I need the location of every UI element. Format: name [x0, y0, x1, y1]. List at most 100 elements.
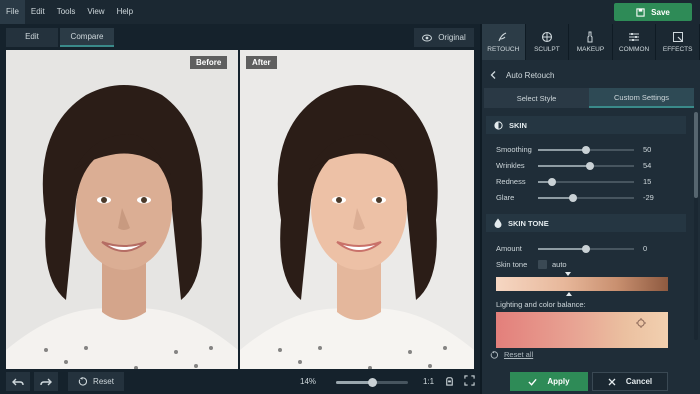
cancel-label: Cancel — [625, 377, 653, 386]
skin-tone-section-header[interactable]: SKIN TONE — [486, 214, 686, 232]
redness-handle[interactable] — [548, 178, 557, 186]
panel-scrollbar-thumb[interactable] — [694, 112, 698, 198]
sculpt-icon — [541, 31, 552, 43]
amount-handle[interactable] — [582, 245, 590, 253]
reset-label: Reset — [93, 377, 114, 386]
cancel-button[interactable]: Cancel — [592, 372, 668, 391]
reset-all-icon — [490, 350, 498, 359]
smoothing-fill — [538, 149, 586, 151]
tab-sculpt[interactable]: SCULPT — [525, 24, 570, 60]
menu-help[interactable]: Help — [111, 0, 139, 24]
amount-fill — [538, 248, 586, 250]
original-label: Original — [438, 33, 466, 42]
amount-value: 0 — [643, 244, 648, 253]
smoothing-handle[interactable] — [582, 146, 590, 154]
retouch-icon — [498, 32, 507, 42]
back-chevron-icon[interactable] — [490, 71, 496, 79]
save-button[interactable]: Save — [614, 3, 692, 21]
zoom-slider-fill — [336, 381, 372, 384]
auto-checkbox[interactable] — [538, 260, 547, 269]
smoothing-label: Smoothing — [496, 145, 532, 154]
zoom-slider[interactable] — [336, 378, 408, 387]
glare-fill — [538, 197, 573, 199]
reset-all-link[interactable]: Reset all — [490, 350, 533, 359]
panel-scrollbar[interactable] — [694, 112, 698, 340]
wrinkles-value: 54 — [643, 161, 652, 170]
skin-tone-gradient[interactable] — [496, 277, 668, 291]
skin-section-header[interactable]: SKIN — [486, 116, 686, 134]
glare-slider-row: Glare -29 — [496, 191, 692, 205]
original-button[interactable]: Original — [414, 28, 474, 47]
segment-select-style[interactable]: Select Style — [484, 88, 589, 108]
zoom-slider-handle[interactable] — [367, 378, 377, 387]
save-icon — [636, 7, 645, 17]
hand-icon — [446, 377, 453, 386]
menu-file[interactable]: File — [0, 0, 25, 24]
skin-tone-top-marker[interactable] — [565, 272, 571, 276]
wrinkles-handle[interactable] — [585, 162, 594, 170]
effects-icon — [672, 32, 683, 42]
style-segmented-control: Select Style Custom Settings — [484, 88, 694, 108]
redo-button[interactable] — [34, 372, 58, 391]
redness-slider-row: Redness 15 — [496, 175, 692, 189]
auto-label: auto — [552, 260, 567, 269]
smoothing-slider[interactable] — [538, 146, 634, 154]
after-portrait-image — [240, 50, 474, 386]
reset-all-label: Reset all — [504, 350, 534, 359]
menu-edit[interactable]: Edit — [25, 0, 51, 24]
tab-retouch-label: RETOUCH — [487, 46, 520, 53]
glare-handle[interactable] — [568, 194, 577, 202]
zoom-percent: 14% — [300, 377, 317, 386]
glare-label: Glare — [496, 193, 515, 202]
settings-panel: RETOUCH SCULPT MAKEUP COMMON EFFECTS Aut… — [482, 24, 700, 394]
sliders-icon — [629, 33, 640, 41]
undo-icon — [12, 378, 24, 385]
skin-icon — [494, 120, 503, 130]
glare-slider[interactable] — [538, 194, 634, 202]
check-icon — [528, 378, 537, 386]
ratio-1-1-button[interactable]: 1:1 — [423, 377, 434, 386]
panel-title: Auto Retouch — [506, 70, 555, 80]
settings-scroll-area: SKIN Smoothing 50 Wrinkles 54 Redness 15… — [482, 112, 692, 348]
menu-view[interactable]: View — [81, 0, 110, 24]
drop-icon — [494, 218, 502, 228]
color-picker-target-icon[interactable] — [636, 318, 646, 328]
redness-slider[interactable] — [538, 178, 634, 186]
segment-custom-settings[interactable]: Custom Settings — [589, 88, 694, 108]
skin-tone-bottom-marker[interactable] — [566, 292, 572, 296]
menu-tools[interactable]: Tools — [51, 0, 82, 24]
wrinkles-slider[interactable] — [538, 162, 634, 170]
reset-icon — [78, 377, 88, 386]
workspace: Edit Compare Original Before After Reset… — [0, 24, 480, 394]
before-photo[interactable]: Before — [6, 50, 238, 386]
close-icon — [608, 378, 616, 385]
fit-screen-button[interactable] — [464, 375, 475, 388]
menu-bar: File Edit Tools View Help Save — [0, 0, 700, 24]
before-portrait-image — [6, 50, 238, 386]
tab-common[interactable]: COMMON — [612, 24, 657, 60]
bottom-toolbar: Reset 14% 1:1 — [0, 369, 480, 394]
panel-header: Auto Retouch — [482, 64, 700, 86]
tab-common-label: COMMON — [618, 46, 650, 53]
amount-slider[interactable] — [538, 245, 634, 253]
tab-effects-label: EFFECTS — [662, 46, 693, 53]
smoothing-slider-row: Smoothing 50 — [496, 143, 692, 157]
undo-button[interactable] — [6, 372, 30, 391]
amount-slider-row: Amount 0 — [496, 242, 692, 256]
after-label: After — [246, 56, 277, 69]
tool-tabs: RETOUCH SCULPT MAKEUP COMMON EFFECTS — [482, 24, 700, 60]
tab-retouch[interactable]: RETOUCH — [482, 24, 526, 60]
hand-tool-button[interactable] — [444, 375, 455, 388]
glare-value: -29 — [643, 193, 654, 202]
tab-effects[interactable]: EFFECTS — [656, 24, 700, 60]
tab-makeup[interactable]: MAKEUP — [569, 24, 613, 60]
tab-compare[interactable]: Compare — [60, 28, 114, 47]
redness-value: 15 — [643, 177, 652, 186]
tab-edit[interactable]: Edit — [6, 28, 58, 47]
makeup-icon — [587, 31, 593, 43]
reset-button[interactable]: Reset — [68, 372, 124, 391]
apply-button[interactable]: Apply — [510, 372, 588, 391]
lighting-color-picker[interactable] — [496, 312, 668, 348]
after-photo[interactable]: After — [240, 50, 474, 386]
save-label: Save — [651, 7, 670, 17]
